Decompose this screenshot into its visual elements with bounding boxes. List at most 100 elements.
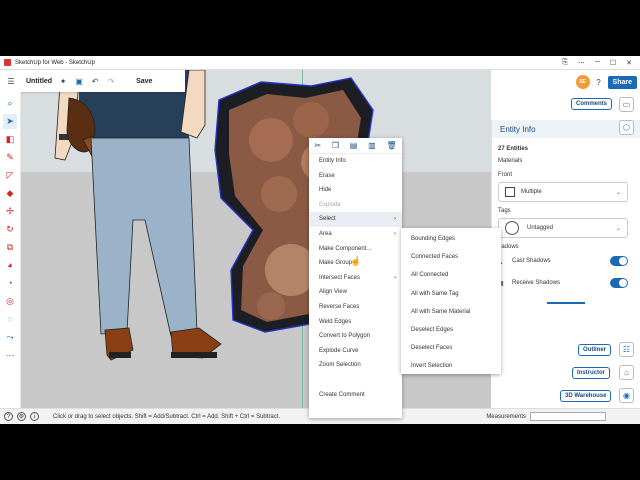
instructor-icon[interactable]: ⌂ [619,365,634,380]
tags-label: Tags [498,208,511,214]
chevron-right-icon: › [394,230,396,237]
3d-warehouse-button[interactable]: 3D Warehouse [560,390,612,402]
orbit-tool-icon[interactable]: ◌ [3,312,17,327]
rotate-tool-icon[interactable]: ↻ [3,222,17,237]
settings-icon[interactable]: ⚙ [17,412,26,421]
help-icon[interactable]: ? [4,412,13,421]
context-menu-item-label: Explode [319,201,341,208]
cast-shadows-toggle[interactable] [610,256,628,266]
context-menu-item-label: Create Comment [319,391,365,398]
cast-shadows-row: ◣ Cast Shadows [492,250,640,272]
share-button[interactable]: Share [607,75,637,89]
context-menu-item-select[interactable]: Select › [309,212,402,227]
context-menu-item-reverse-faces[interactable]: Reverse Faces [309,300,402,315]
context-menu-item-label: Zoom Selection [319,362,361,369]
context-menu-item-label: Align View [319,289,347,296]
entity-info-title: Entity Info [500,124,536,134]
tag-dropdown[interactable]: Untagged ⌄ [498,218,628,238]
more-tools-icon[interactable]: ⋯ [3,348,17,363]
select-submenu-items: Bounding Edges Connected Faces All Connect… [401,230,501,376]
context-menu-item-align-view[interactable]: Align View [309,285,402,300]
mouse-cursor: ☝ [350,256,362,266]
pencil-tool-icon[interactable]: ✎ [3,150,17,165]
context-menu-item-entity-info[interactable]: Entity Info [309,154,402,169]
context-menu-item-label: Hide [319,187,332,194]
context-menu-item-intersect-faces[interactable]: Intersect Faces › [309,271,402,286]
help-icon[interactable]: ? [594,78,604,87]
submenu-item-connected-faces[interactable]: Connected Faces [401,248,501,266]
offset-tool-icon[interactable]: ◎ [3,294,17,309]
entity-count: 27 Entities [498,146,529,152]
context-menu-item-create-comment[interactable]: Create Comment [309,388,402,403]
context-menu-item-area[interactable]: Area › [309,227,402,242]
more-icon[interactable]: ⋯ [578,59,585,67]
context-menu-item-make-component[interactable]: Make Component... [309,242,402,257]
minimize-button[interactable]: ─ [595,59,600,67]
context-menu-item-label: Intersect Faces [319,274,361,281]
avatar[interactable]: SE [575,75,590,89]
window-title: SketchUp for Web - SketchUp [15,59,95,66]
submenu-item-all-with-same-material[interactable]: All with Same Material [401,303,501,321]
context-menu-item-label: Explode Curve [319,347,359,354]
measurements-input[interactable] [530,412,606,421]
outliner-button[interactable]: Outliner [578,344,612,356]
move-tool-icon[interactable]: ✢ [3,204,17,219]
copy-icon[interactable]: ❐ [332,141,339,150]
chevron-right-icon: › [394,274,396,281]
context-menu-item-explode-curve[interactable]: Explode Curve [309,344,402,359]
context-menu-item-label: Weld Edges [319,318,352,325]
paste-in-place-icon[interactable]: ▥ [368,141,376,150]
submenu-item-all-connected[interactable]: All Connected [401,266,501,284]
eraser-tool-icon[interactable]: ◧ [3,132,17,147]
submenu-item-invert-selection[interactable]: Invert Selection [401,357,501,375]
context-menu-item-zoom-selection[interactable]: Zoom Selection [309,358,402,373]
context-menu-item-weld-edges[interactable]: Weld Edges [309,315,402,330]
comments-button[interactable]: Comments [571,98,613,110]
info-icon[interactable]: i [30,412,39,421]
walk-tool-icon[interactable]: ⤳ [3,330,17,345]
document-name[interactable]: Untitled [26,78,52,85]
submenu-item-deselect-faces[interactable]: Deselect Faces [401,339,501,357]
save-button[interactable]: Save [136,78,152,85]
main-toolbar: ☰ Untitled ✦ ▣ ↶ ↷ Save [0,70,185,92]
undo-icon[interactable]: ↶ [90,77,100,86]
context-menu-item-convert-to-polygon[interactable]: Convert to Polygon [309,329,402,344]
cut-icon[interactable]: ✂ [314,141,321,150]
view-icon[interactable]: ▣ [74,77,84,86]
close-button[interactable]: ✕ [626,59,632,67]
context-menu-item-label: Reverse Faces [319,303,360,310]
menu-icon[interactable]: ☰ [6,77,16,86]
sparkle-icon[interactable]: ✦ [58,77,68,86]
receive-shadows-toggle[interactable] [610,278,628,288]
context-menu-item-erase[interactable]: Erase [309,169,402,184]
search-icon[interactable]: ⌕ [3,96,17,111]
context-menu: ✂ ❐ ▤ ▥ 🗑 Entity Info Erase Hide Explode Sel… [309,138,402,418]
paint-tool-icon[interactable]: ◕ [3,258,17,273]
submenu-item-deselect-edges[interactable]: Deselect Edges [401,321,501,339]
tape-tool-icon[interactable]: ◔ [3,276,17,291]
delete-icon[interactable]: 🗑 [386,141,396,150]
context-menu-item-label: Select [319,216,336,223]
maximize-button[interactable]: ☐ [610,59,616,67]
front-label: Front [498,172,513,178]
scale-tool-icon[interactable]: ⧉ [3,240,17,255]
redo-icon[interactable]: ↷ [106,77,116,86]
pushpull-tool-icon[interactable]: ◆ [3,186,17,201]
warehouse-icon[interactable]: ◉ [619,388,634,403]
paste-icon[interactable]: ▤ [350,141,358,150]
context-menu-item-hide[interactable]: Hide [309,183,402,198]
select-tool-icon[interactable]: ➤ [3,114,17,129]
outliner-icon[interactable]: ☷ [619,342,634,357]
comments-panel-icon[interactable]: ▭ [619,97,634,112]
tag-circle-icon [505,221,519,235]
instructor-button[interactable]: Instructor [572,367,611,379]
material-value: Multiple [521,189,542,195]
select-submenu: Bounding Edges Connected Faces All Connect… [401,228,501,374]
materials-label: Materials [498,158,523,164]
submenu-item-bounding-edges[interactable]: Bounding Edges [401,230,501,248]
material-dropdown[interactable]: Multiple ⌄ [498,182,628,202]
entity-info-tab-icon[interactable]: ⬡ [619,120,634,135]
rectangle-tool-icon[interactable]: ◸ [3,168,17,183]
submenu-item-all-with-same-tag[interactable]: All with Same Tag [401,285,501,303]
extension-icon[interactable]: ⎘ [562,59,568,67]
